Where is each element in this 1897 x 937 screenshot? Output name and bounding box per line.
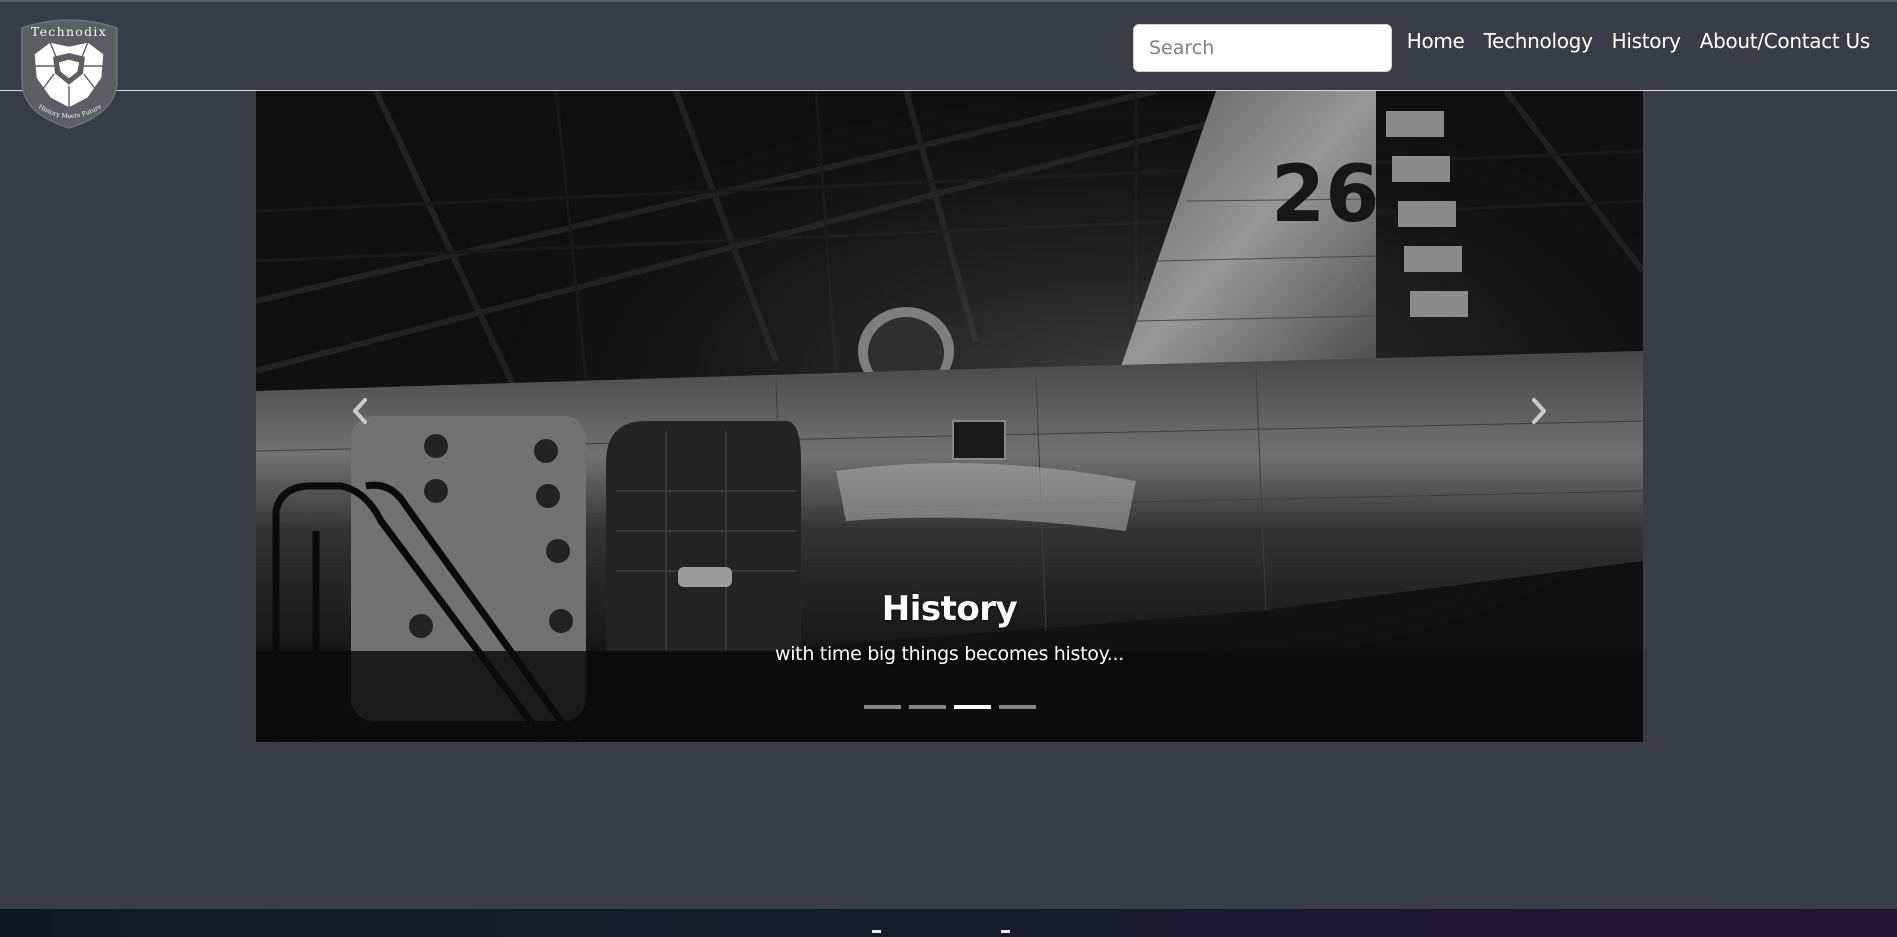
carousel-prev-button[interactable] (340, 391, 380, 431)
chevron-right-icon (1532, 398, 1546, 424)
nav-link-home[interactable]: Home (1407, 29, 1465, 53)
carousel-caption-title: History (881, 589, 1018, 629)
chevron-left-icon (353, 398, 367, 424)
footer-dash-icon (872, 930, 881, 933)
navbar: Home Technology History About/Contact Us (0, 2, 1897, 91)
carousel-indicator-1[interactable] (863, 705, 901, 709)
footer-dash-icon (1001, 930, 1010, 933)
nav-links: Home Technology History About/Contact Us (1407, 26, 1871, 56)
carousel-caption: History with time big things becomes his… (256, 589, 1643, 665)
brand-logo[interactable]: Technodix History Meets Future (18, 18, 121, 130)
hero-carousel[interactable]: 26 History with time big things becomes … (256, 91, 1643, 742)
carousel-indicators (256, 705, 1643, 709)
carousel-caption-text: with time big things becomes histoy... (774, 643, 1125, 665)
nav-link-about-contact[interactable]: About/Contact Us (1700, 29, 1871, 53)
search-input[interactable] (1133, 24, 1392, 72)
nav-link-technology[interactable]: Technology (1484, 29, 1593, 53)
carousel-indicator-2[interactable] (908, 705, 946, 709)
logo-brand-text: Technodix (31, 24, 107, 39)
nav-link-history[interactable]: History (1612, 29, 1681, 53)
carousel-indicator-4[interactable] (998, 705, 1036, 709)
footer (0, 909, 1897, 937)
carousel-indicator-3[interactable] (953, 705, 991, 709)
shield-logo-icon: Technodix History Meets Future (21, 19, 118, 129)
carousel-next-button[interactable] (1519, 391, 1559, 431)
